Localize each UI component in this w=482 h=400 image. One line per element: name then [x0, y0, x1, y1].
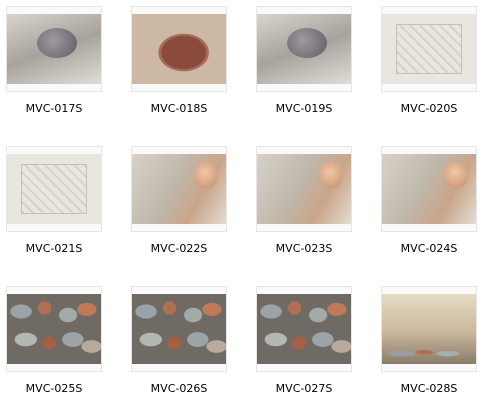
thumbnail-image[interactable]	[382, 14, 476, 84]
thumbnail-item[interactable]: MVC-017S	[6, 6, 102, 115]
thumbnail-caption[interactable]: MVC-027S	[256, 382, 352, 395]
thumbnail-item[interactable]: MVC-018S	[131, 6, 227, 115]
thumbnail-image[interactable]	[382, 154, 476, 224]
thumbnail-item[interactable]: MVC-020S	[381, 6, 477, 115]
thumbnail-frame[interactable]	[6, 146, 102, 232]
thumbnail-caption[interactable]: MVC-021S	[6, 242, 102, 255]
thumbnail-image[interactable]	[257, 14, 351, 84]
thumbnail-frame[interactable]	[131, 286, 227, 372]
thumbnail-frame[interactable]	[6, 6, 102, 92]
thumbnail-image[interactable]	[132, 14, 226, 84]
thumbnail-item[interactable]: MVC-027S	[256, 286, 352, 395]
thumbnail-item[interactable]: MVC-022S	[131, 146, 227, 255]
thumbnail-image[interactable]	[382, 294, 476, 364]
thumbnail-image[interactable]	[257, 154, 351, 224]
thumbnail-item[interactable]: MVC-024S	[381, 146, 477, 255]
thumbnail-frame[interactable]	[381, 286, 477, 372]
thumbnail-image[interactable]	[7, 154, 101, 224]
thumbnail-frame[interactable]	[131, 6, 227, 92]
thumbnail-caption[interactable]: MVC-018S	[131, 102, 227, 115]
thumbnail-caption[interactable]: MVC-017S	[6, 102, 102, 115]
thumbnail-caption[interactable]: MVC-019S	[256, 102, 352, 115]
thumbnail-frame[interactable]	[256, 6, 352, 92]
thumbnail-frame[interactable]	[381, 6, 477, 92]
thumbnail-frame[interactable]	[256, 286, 352, 372]
thumbnail-frame[interactable]	[381, 146, 477, 232]
thumbnail-frame[interactable]	[6, 286, 102, 372]
thumbnail-caption[interactable]: MVC-025S	[6, 382, 102, 395]
thumbnail-caption[interactable]: MVC-028S	[381, 382, 477, 395]
thumbnail-image[interactable]	[132, 294, 226, 364]
thumbnail-image[interactable]	[132, 154, 226, 224]
thumbnail-item[interactable]: MVC-025S	[6, 286, 102, 395]
thumbnail-item[interactable]: MVC-023S	[256, 146, 352, 255]
thumbnail-frame[interactable]	[256, 146, 352, 232]
thumbnail-caption[interactable]: MVC-024S	[381, 242, 477, 255]
thumbnail-item[interactable]: MVC-021S	[6, 146, 102, 255]
thumbnail-item[interactable]: MVC-028S	[381, 286, 477, 395]
thumbnail-item[interactable]: MVC-019S	[256, 6, 352, 115]
thumbnail-image[interactable]	[7, 294, 101, 364]
thumbnail-grid: MVC-017S MVC-018S MVC-019S MVC-020S MVC-…	[0, 0, 482, 400]
thumbnail-image[interactable]	[7, 14, 101, 84]
thumbnail-frame[interactable]	[131, 146, 227, 232]
thumbnail-item[interactable]: MVC-026S	[131, 286, 227, 395]
thumbnail-caption[interactable]: MVC-020S	[381, 102, 477, 115]
thumbnail-caption[interactable]: MVC-026S	[131, 382, 227, 395]
thumbnail-caption[interactable]: MVC-023S	[256, 242, 352, 255]
thumbnail-image[interactable]	[257, 294, 351, 364]
thumbnail-caption[interactable]: MVC-022S	[131, 242, 227, 255]
